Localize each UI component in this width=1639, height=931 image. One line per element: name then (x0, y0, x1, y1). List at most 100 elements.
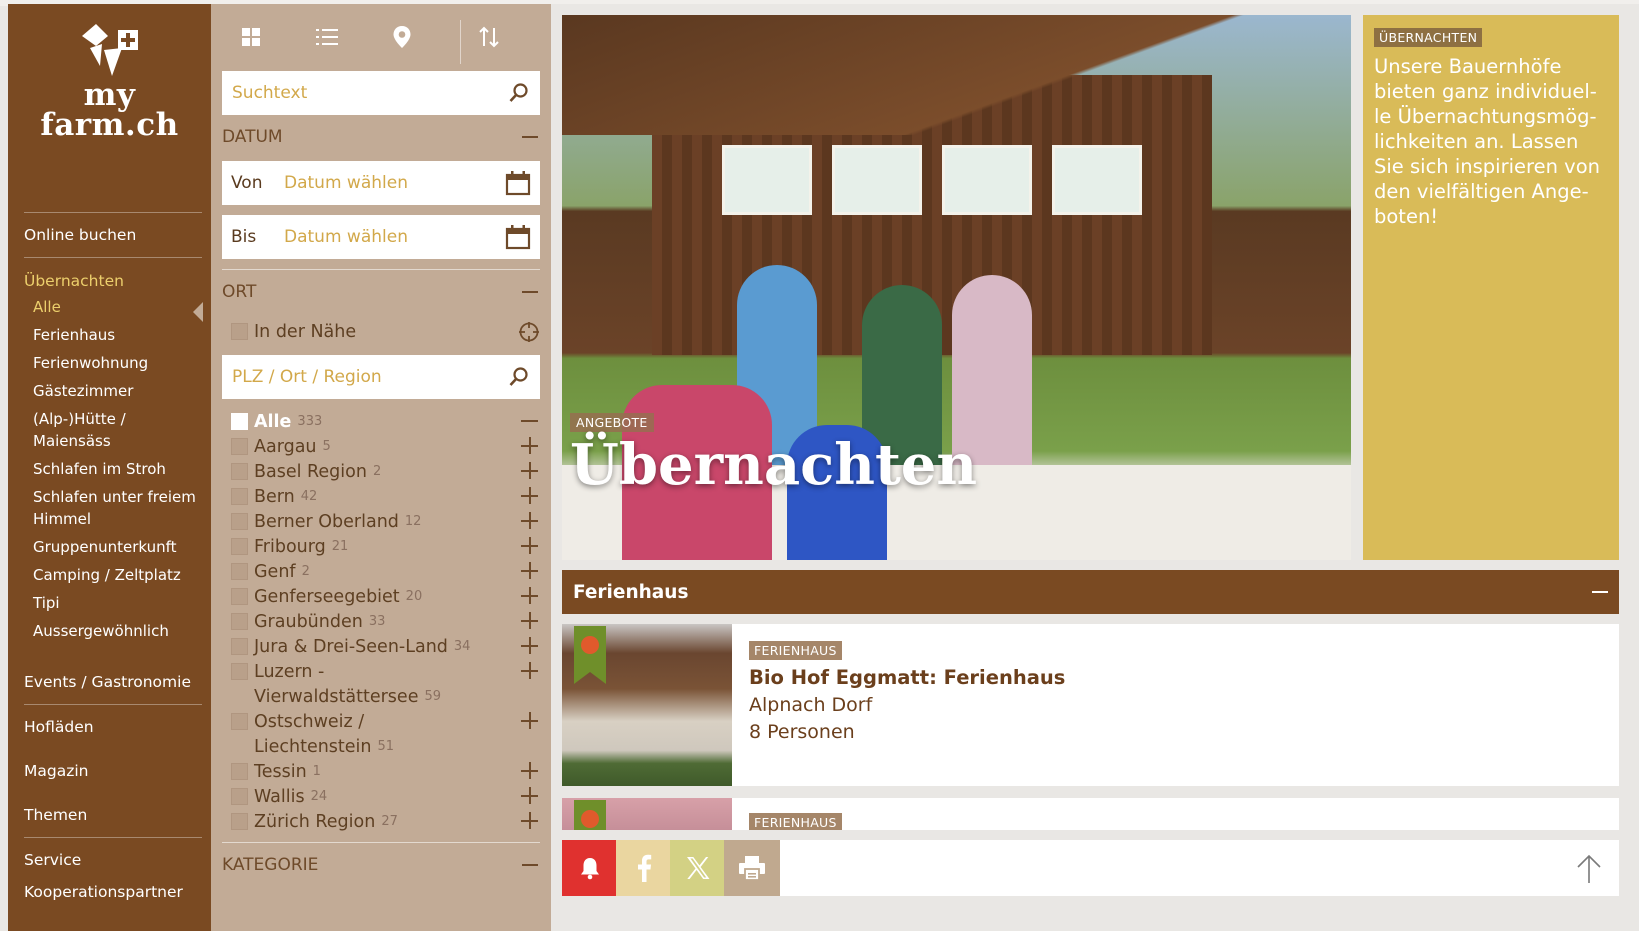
collapse-icon[interactable] (1592, 591, 1608, 593)
datum-section-header[interactable]: DATUM (222, 122, 540, 152)
nav-sub-alphuette[interactable]: (Alp-)Hütte / Maiensäss (24, 408, 164, 452)
region-row[interactable]: Genferseegebiet 20 (231, 584, 540, 609)
region-checkbox[interactable] (231, 663, 248, 680)
expand-plus-icon[interactable] (521, 512, 538, 529)
region-row[interactable]: Berner Oberland 12 (231, 509, 540, 534)
region-checkbox[interactable] (231, 713, 248, 730)
calendar-icon[interactable] (505, 224, 531, 250)
region-row[interactable]: Tessin 1 (231, 759, 540, 784)
nav-online-buchen[interactable]: Online buchen (24, 225, 202, 245)
hero-image[interactable]: ANGEBOTE Übernachten (562, 15, 1351, 560)
sort-button[interactable] (469, 20, 509, 54)
nav-sub-gaestezimmer[interactable]: Gästezimmer (24, 380, 202, 402)
scroll-top-icon[interactable] (1575, 854, 1603, 884)
region-row[interactable]: Basel Region 2 (231, 459, 540, 484)
region-row[interactable]: Wallis 24 (231, 784, 540, 809)
nav-sub-gruppenunterkunft[interactable]: Gruppenunterkunft (24, 536, 202, 558)
region-row[interactable]: Graubünden 33 (231, 609, 540, 634)
map-view-button[interactable] (382, 20, 422, 54)
nav-uebernachten[interactable]: Übernachten (24, 270, 202, 292)
list-view-button[interactable] (307, 20, 347, 54)
region-checkbox[interactable] (231, 413, 248, 430)
region-checkbox[interactable] (231, 463, 248, 480)
expand-plus-icon[interactable] (521, 612, 538, 629)
listing-card[interactable]: FERIENHAUS Bio Hof Eggmatt: Ferienhaus A… (562, 624, 1619, 786)
facebook-share-button[interactable] (616, 840, 672, 896)
region-row[interactable]: Jura & Drei-Seen-Land 34 (231, 634, 540, 659)
collapse-icon (522, 136, 538, 138)
nav-sub-aussergewoehnlich[interactable]: Aussergewöhnlich (24, 620, 202, 642)
expand-plus-icon[interactable] (521, 437, 538, 454)
x-share-button[interactable] (670, 840, 726, 896)
region-checkbox[interactable] (231, 763, 248, 780)
region-row[interactable]: Genf 2 (231, 559, 540, 584)
region-checkbox[interactable] (231, 513, 248, 530)
category-header[interactable]: Ferienhaus (562, 570, 1619, 614)
nav-sub-camping[interactable]: Camping / Zeltplatz (24, 564, 202, 586)
region-checkbox[interactable] (231, 588, 248, 605)
region-checkbox[interactable] (231, 788, 248, 805)
listing-image[interactable] (562, 624, 732, 786)
listing-card[interactable]: FERIENHAUS (562, 798, 1619, 830)
nav-sub-ferienwohnung[interactable]: Ferienwohnung (24, 352, 202, 374)
region-row[interactable]: Aargau 5 (231, 434, 540, 459)
crosshair-icon[interactable] (518, 321, 540, 343)
nearby-checkbox[interactable] (231, 323, 248, 340)
nav-sub-tipi[interactable]: Tipi (24, 592, 202, 614)
notify-button[interactable] (562, 840, 618, 896)
location-input[interactable] (232, 367, 508, 387)
nav-sub-alle[interactable]: Alle (24, 296, 202, 318)
region-checkbox[interactable] (231, 813, 248, 830)
region-checkbox[interactable] (231, 438, 248, 455)
region-checkbox[interactable] (231, 613, 248, 630)
expand-plus-icon[interactable] (521, 712, 538, 729)
expand-plus-icon[interactable] (521, 462, 538, 479)
date-from-field[interactable]: Von Datum wählen (222, 161, 540, 205)
region-count: 2 (301, 564, 310, 579)
nav-themen[interactable]: Themen (24, 805, 202, 825)
region-row[interactable]: Ostschweiz / (231, 709, 540, 734)
region-row-alle[interactable]: Alle 333 (231, 409, 540, 434)
nav-magazin[interactable]: Magazin (24, 761, 202, 781)
calendar-icon[interactable] (505, 170, 531, 196)
logo[interactable]: my farm.ch (8, 22, 211, 141)
print-button[interactable] (724, 840, 780, 896)
nav-sub-ferienhaus[interactable]: Ferienhaus (24, 324, 202, 346)
region-row[interactable]: Fribourg 21 (231, 534, 540, 559)
expand-plus-icon[interactable] (521, 562, 538, 579)
nearby-option[interactable]: In der Nähe (231, 319, 540, 344)
nav-kooperationspartner[interactable]: Kooperationspartner (24, 882, 202, 902)
nav-service[interactable]: Service (24, 850, 202, 870)
region-row[interactable]: Luzern - (231, 659, 540, 684)
nav-hoflaeden[interactable]: Hofläden (24, 717, 202, 737)
expand-plus-icon[interactable] (521, 587, 538, 604)
grid-view-button[interactable] (231, 20, 271, 54)
expand-plus-icon[interactable] (521, 637, 538, 654)
kategorie-section-header[interactable]: KATEGORIE (222, 850, 540, 880)
region-checkbox[interactable] (231, 488, 248, 505)
ort-section-header[interactable]: ORT (222, 277, 540, 307)
nav-sub-freiem-himmel[interactable]: Schlafen unter freiem Himmel (24, 486, 199, 530)
region-row[interactable]: Zürich Region 27 (231, 809, 540, 834)
region-row[interactable]: Bern 42 (231, 484, 540, 509)
date-to-field[interactable]: Bis Datum wählen (222, 215, 540, 259)
region-count: 21 (331, 539, 349, 554)
listing-title[interactable]: Bio Hof Eggmatt: Ferienhaus (749, 666, 1065, 689)
listing-image[interactable] (562, 798, 732, 830)
expand-plus-icon[interactable] (521, 762, 538, 779)
search-icon[interactable] (508, 82, 530, 104)
region-checkbox[interactable] (231, 538, 248, 555)
expand-plus-icon[interactable] (521, 537, 538, 554)
search-icon[interactable] (508, 366, 530, 388)
region-checkbox[interactable] (231, 638, 248, 655)
expand-plus-icon[interactable] (521, 812, 538, 829)
collapse-icon[interactable] (521, 420, 538, 422)
region-count: 34 (453, 639, 471, 654)
expand-plus-icon[interactable] (521, 662, 538, 679)
nav-sub-stroh[interactable]: Schlafen im Stroh (24, 458, 202, 480)
expand-plus-icon[interactable] (521, 487, 538, 504)
region-checkbox[interactable] (231, 563, 248, 580)
expand-plus-icon[interactable] (521, 787, 538, 804)
nav-events[interactable]: Events / Gastronomie (24, 672, 202, 692)
search-input[interactable] (232, 83, 508, 103)
